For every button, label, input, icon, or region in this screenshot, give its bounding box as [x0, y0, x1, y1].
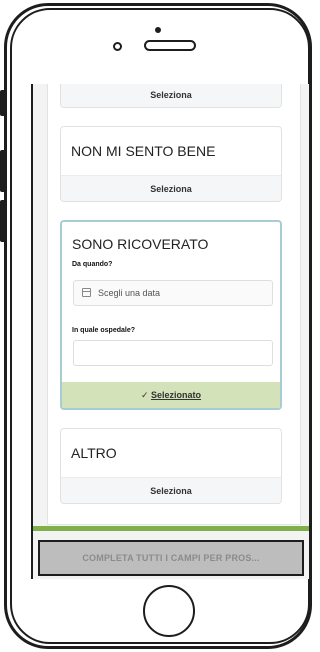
- card-title: ALTRO: [71, 445, 117, 461]
- selected-label: Selezionato: [151, 390, 202, 400]
- app-screen: Seleziona NON MI SENTO BENE Seleziona SO…: [31, 84, 311, 579]
- mute-switch: [0, 90, 6, 116]
- complete-button[interactable]: COMPLETA TUTTI I CAMPI PER PROS...: [38, 540, 304, 576]
- front-camera: [113, 42, 122, 51]
- earpiece-speaker: [144, 40, 196, 51]
- hospital-input[interactable]: [73, 340, 273, 366]
- selected-status[interactable]: ✓ Selezionato: [62, 382, 280, 408]
- progress-accent: [33, 526, 309, 531]
- hospital-label: In quale ospedale?: [72, 327, 136, 334]
- option-card-altro: ALTRO Seleziona: [60, 428, 282, 504]
- card-title: SONO RICOVERATO: [72, 236, 209, 252]
- volume-up-button: [0, 150, 6, 192]
- checkmark-icon: ✓: [140, 390, 149, 400]
- calendar-icon: [82, 288, 91, 297]
- option-card-previous: Seleziona: [60, 84, 282, 108]
- card-title: NON MI SENTO BENE: [71, 143, 216, 159]
- date-label: Da quando?: [72, 261, 113, 268]
- select-button[interactable]: Seleziona: [61, 84, 281, 107]
- select-button[interactable]: Seleziona: [61, 175, 281, 201]
- volume-down-button: [0, 200, 6, 242]
- proximity-sensor: [155, 27, 161, 33]
- options-panel: Seleziona NON MI SENTO BENE Seleziona SO…: [47, 84, 301, 525]
- select-button[interactable]: Seleziona: [61, 477, 281, 503]
- date-placeholder: Scegli una data: [98, 288, 161, 298]
- date-input[interactable]: Scegli una data: [73, 280, 273, 306]
- home-button[interactable]: [143, 585, 195, 637]
- option-card-non-mi-sento-bene: NON MI SENTO BENE Seleziona: [60, 126, 282, 202]
- option-card-sono-ricoverato: SONO RICOVERATO Da quando? Scegli una da…: [60, 220, 282, 410]
